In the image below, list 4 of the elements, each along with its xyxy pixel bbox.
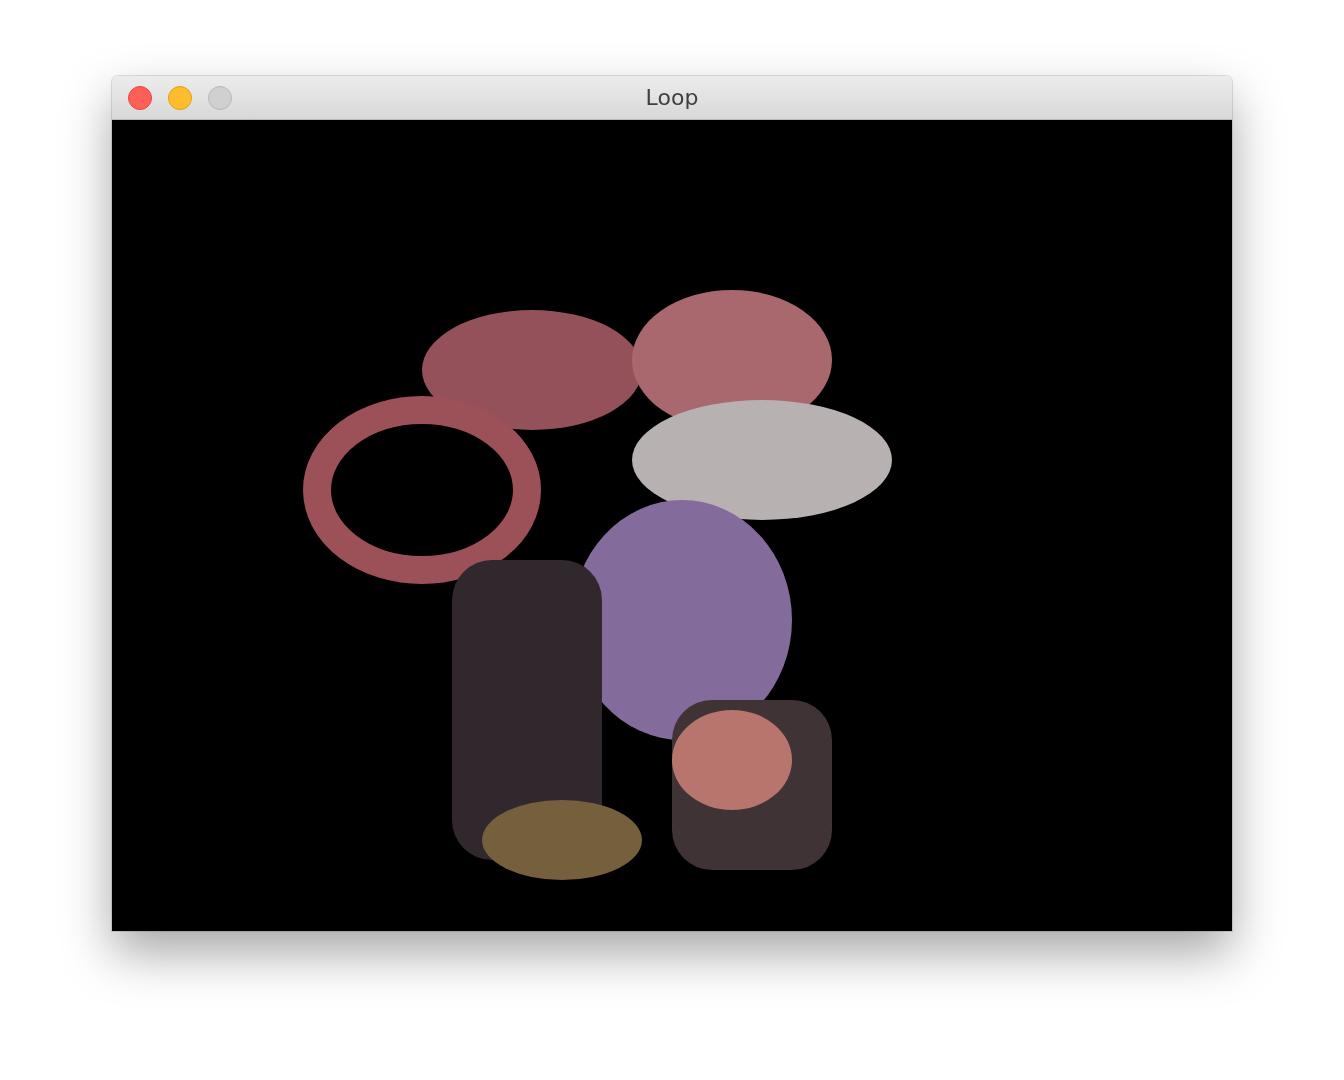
- minimize-button[interactable]: [168, 86, 192, 110]
- zoom-button[interactable]: [208, 86, 232, 110]
- close-button[interactable]: [128, 86, 152, 110]
- window-title: Loop: [645, 85, 699, 110]
